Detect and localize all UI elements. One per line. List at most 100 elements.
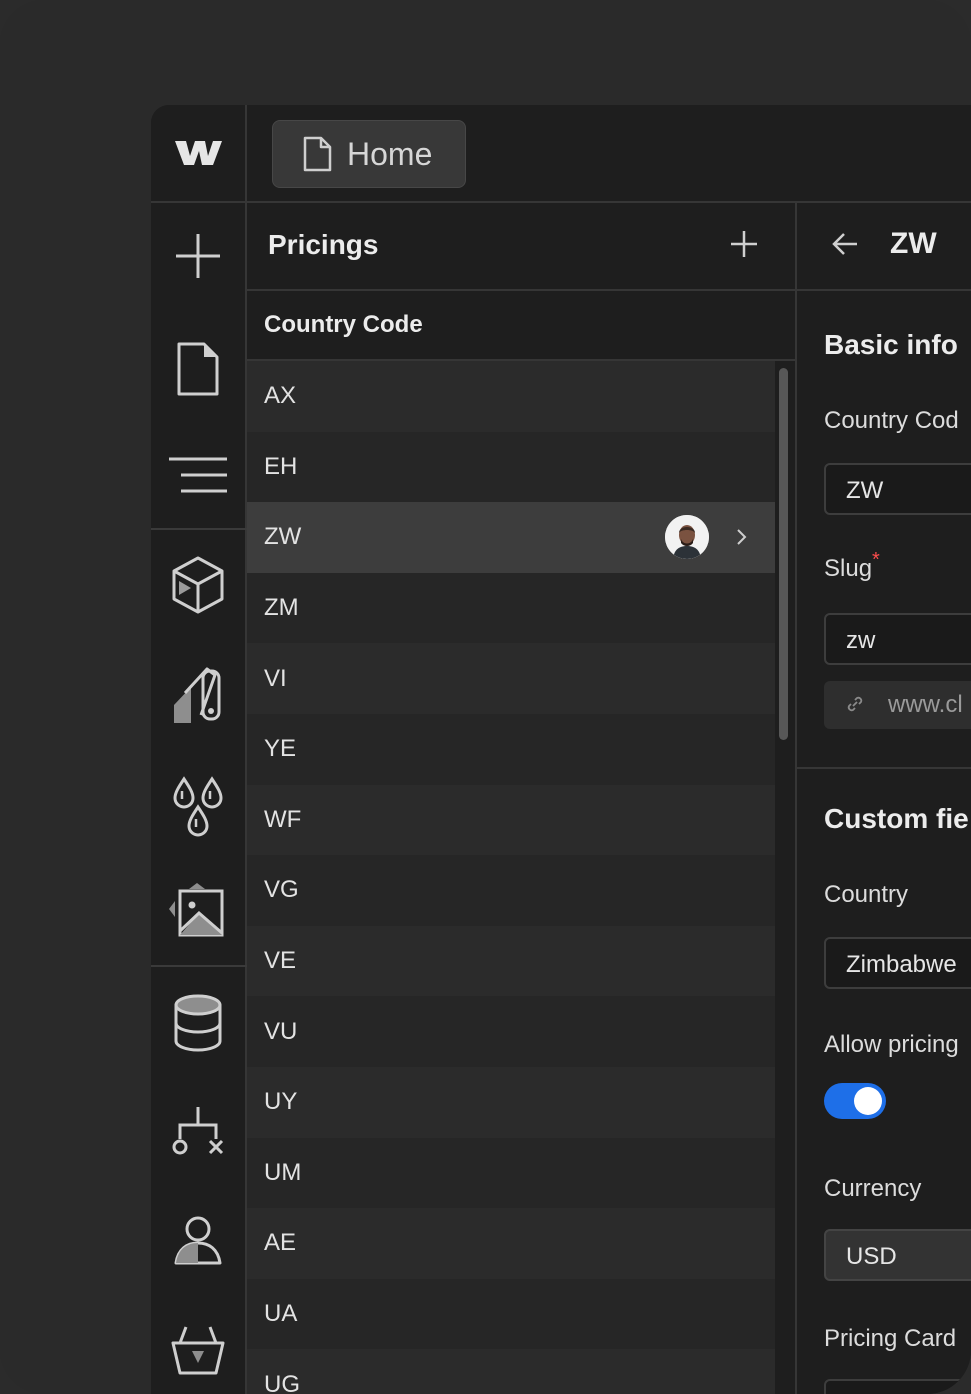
column-header[interactable]: Country Code (247, 291, 795, 361)
collection-header: Pricings (247, 203, 795, 291)
allow-pricing-label: Allow pricing (824, 1031, 959, 1058)
country-code-input[interactable]: ZW (824, 463, 971, 515)
link-icon (847, 696, 863, 712)
image-icon (169, 883, 224, 937)
item-code: UA (264, 1300, 298, 1328)
item-code: ZM (264, 594, 299, 622)
navigator-tool[interactable] (151, 455, 245, 495)
currency-label: Currency (824, 1175, 922, 1202)
flow-icon (172, 1107, 224, 1155)
variables-tool[interactable] (151, 775, 245, 837)
country-input[interactable]: Zimbabwe (824, 937, 971, 989)
slug-input[interactable]: zw (824, 613, 971, 665)
style-tool[interactable] (151, 665, 245, 725)
list-item[interactable]: ZM (247, 572, 775, 644)
item-code: EH (264, 452, 298, 480)
navigator-icon (169, 457, 227, 493)
item-code: ZW (264, 523, 302, 551)
url-preview-text: www.cl (888, 691, 963, 718)
list-item[interactable]: WF (247, 784, 775, 856)
currency-value: USD (846, 1243, 897, 1270)
required-marker: * (872, 549, 880, 571)
detail-header: ZW (797, 203, 971, 291)
country-value: Zimbabwe (846, 951, 957, 978)
ecommerce-tool[interactable] (151, 1323, 245, 1377)
page-icon (177, 342, 219, 396)
item-code: VE (264, 947, 297, 975)
list-item[interactable]: UG (247, 1349, 775, 1394)
logic-tool[interactable] (151, 1105, 245, 1159)
item-code: UM (264, 1158, 302, 1186)
toolbar-divider (151, 528, 247, 530)
plus-icon (731, 231, 757, 257)
allow-pricing-toggle[interactable] (824, 1083, 886, 1119)
country-code-value: ZW (846, 477, 884, 504)
collection-items-list: AX EH ZW ZM VI YE WF VG VE VU UY UM AE U… (247, 361, 775, 1394)
list-item[interactable]: AX (247, 361, 775, 432)
arrow-left-icon (832, 233, 857, 255)
list-item[interactable]: VI (247, 643, 775, 714)
components-tool[interactable] (151, 555, 245, 615)
column-header-label: Country Code (264, 311, 423, 338)
item-code: VG (264, 876, 299, 904)
webflow-logo-icon (175, 141, 222, 165)
page-icon (303, 136, 332, 172)
list-item[interactable]: VU (247, 996, 775, 1067)
list-item[interactable]: UY (247, 1066, 775, 1138)
list-item[interactable]: VG (247, 855, 775, 926)
left-toolbar (151, 203, 247, 1394)
page-selector-button[interactable]: Home (272, 120, 466, 188)
currency-select[interactable]: USD (824, 1229, 971, 1281)
item-code: AX (264, 382, 297, 410)
add-element-tool[interactable] (151, 231, 245, 281)
assets-tool[interactable] (151, 881, 245, 939)
section-divider (797, 767, 971, 769)
users-tool[interactable] (151, 1215, 245, 1267)
cube-icon (172, 556, 224, 614)
item-code: UY (264, 1088, 298, 1116)
item-code: AE (264, 1229, 297, 1257)
list-item[interactable]: YE (247, 713, 775, 785)
country-code-label: Country Cod (824, 407, 959, 434)
list-item[interactable]: VE (247, 925, 775, 997)
slug-value: zw (846, 627, 876, 654)
url-preview[interactable]: www.cl (824, 681, 971, 729)
item-code: VU (264, 1017, 298, 1045)
add-item-button[interactable] (729, 229, 759, 264)
webflow-logo[interactable] (151, 105, 247, 201)
chevron-right-icon (737, 529, 747, 545)
item-code: YE (264, 735, 297, 763)
country-label: Country (824, 881, 909, 908)
basic-info-heading: Basic info (824, 329, 958, 360)
open-item-button[interactable] (735, 526, 749, 553)
list-item[interactable]: UM (247, 1137, 775, 1209)
collection-title: Pricings (268, 229, 379, 260)
database-icon (174, 994, 222, 1052)
slug-label: Slug* (824, 549, 880, 583)
basket-icon (171, 1326, 225, 1375)
pricing-card-input[interactable] (824, 1379, 971, 1394)
item-code: UG (264, 1370, 300, 1394)
swatch-icon (174, 667, 221, 723)
custom-fields-heading: Custom fie (824, 803, 969, 834)
user-icon (174, 1216, 222, 1265)
back-button[interactable] (831, 231, 859, 262)
list-item[interactable]: EH (247, 431, 775, 503)
toolbar-divider (151, 965, 247, 967)
list-item-selected[interactable]: ZW (247, 502, 775, 573)
item-code: VI (264, 664, 287, 692)
cms-tool[interactable] (151, 993, 245, 1053)
pages-tool[interactable] (151, 341, 245, 397)
pricing-card-label: Pricing Card (824, 1325, 957, 1352)
list-scrollbar[interactable] (779, 368, 788, 740)
droplets-icon (173, 776, 223, 837)
list-item[interactable]: UA (247, 1278, 775, 1350)
plus-icon (176, 234, 220, 278)
cms-app: Home Pricings Country Code AX EH ZW ZM V… (151, 105, 971, 1394)
collection-list-panel: Pricings Country Code AX EH ZW ZM VI YE … (247, 203, 797, 1394)
item-title: ZW (890, 227, 937, 260)
list-item[interactable]: AE (247, 1208, 775, 1279)
toggle-knob (854, 1087, 882, 1115)
item-detail-panel: ZW Basic info Country Cod ZW Slug* zw ww… (797, 203, 971, 1394)
top-bar: Home (151, 105, 971, 203)
